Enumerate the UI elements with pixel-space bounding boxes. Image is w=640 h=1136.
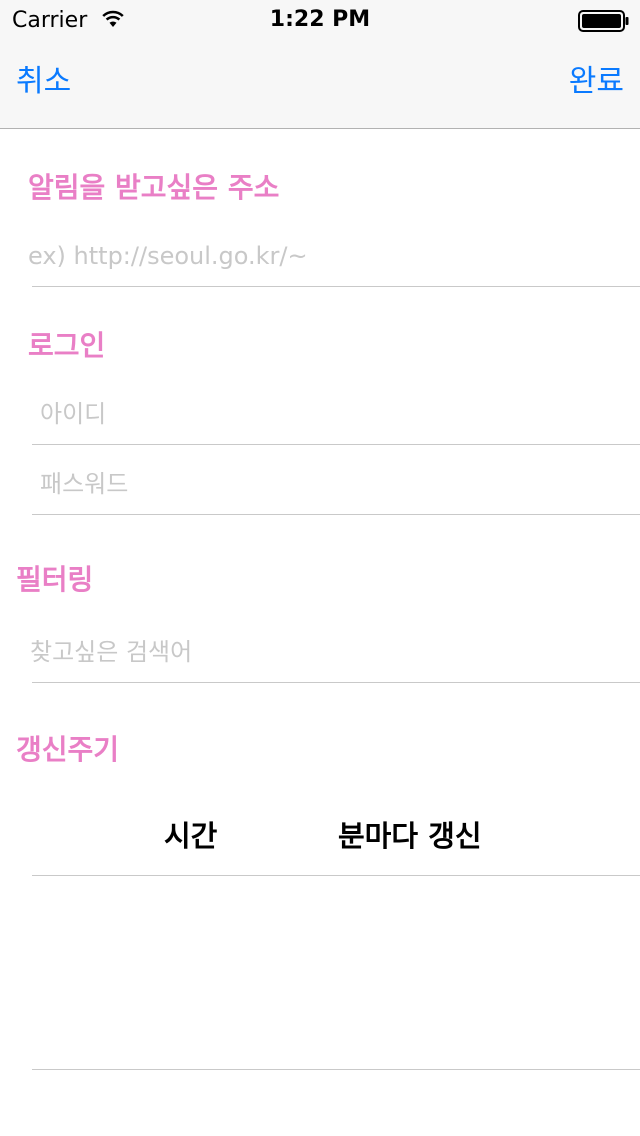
id-input[interactable]: [40, 394, 600, 434]
filter-field: [30, 626, 640, 683]
status-time: 1:22 PM: [269, 7, 371, 32]
password-input[interactable]: [40, 464, 600, 504]
battery-icon: [578, 10, 629, 32]
interval-picker[interactable]: [32, 876, 640, 1068]
address-field: [28, 230, 640, 287]
cancel-button[interactable]: 취소: [16, 62, 71, 102]
filtering-section-title: 필터링: [16, 563, 94, 596]
interval-section-title: 갱신주기: [16, 733, 120, 766]
interval-unit-label: 시간: [164, 819, 218, 853]
address-input[interactable]: [28, 236, 588, 276]
password-field: [32, 458, 640, 515]
id-field: [32, 388, 640, 445]
interval-suffix-label: 분마다 갱신: [338, 819, 482, 853]
filter-input[interactable]: [30, 632, 590, 672]
login-section-title: 로그인: [28, 329, 106, 362]
done-button[interactable]: 완료: [569, 62, 624, 102]
picker-bottom-divider: [32, 1069, 640, 1070]
address-section-title: 알림을 받고싶은 주소: [28, 171, 280, 204]
